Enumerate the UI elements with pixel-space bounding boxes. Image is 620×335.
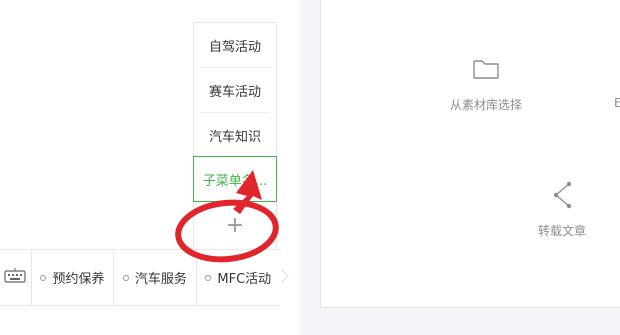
submenu-item-racing[interactable]: 赛车活动 bbox=[200, 68, 270, 113]
submenu-item-label: 自驾活动 bbox=[208, 39, 261, 55]
menu-tab-mfc-activity[interactable]: MFC活动 bbox=[197, 250, 280, 305]
dot-icon bbox=[122, 274, 129, 281]
menu-tab-label: MFC活动 bbox=[217, 272, 272, 287]
menu-tab-label: 预约保养 bbox=[52, 272, 105, 287]
submenu-item-self-driving[interactable]: 自驾活动 bbox=[200, 23, 270, 68]
reprint-article-label: 转载文章 bbox=[538, 224, 587, 238]
submenu-list: 自驾活动 赛车活动 汽车知识 子菜单名... + bbox=[193, 22, 277, 250]
content-panel bbox=[300, 0, 620, 335]
keyboard-toggle-button[interactable] bbox=[0, 250, 32, 305]
folder-icon bbox=[472, 52, 500, 86]
share-icon bbox=[549, 178, 575, 212]
menu-tab-maintenance[interactable]: 预约保养 bbox=[32, 250, 115, 305]
dot-icon bbox=[205, 274, 212, 281]
plus-icon: + bbox=[225, 212, 245, 238]
select-from-material-library[interactable]: 从素材库选择 bbox=[450, 52, 522, 113]
dot-icon bbox=[40, 274, 47, 281]
submenu-item-car-knowledge[interactable]: 汽车知识 bbox=[200, 113, 270, 158]
menu-bar: 预约保养 汽车服务 MFC活动 bbox=[0, 249, 280, 306]
menu-tab-label: 汽车服务 bbox=[134, 272, 187, 287]
material-library-label: 从素材库选择 bbox=[450, 98, 523, 112]
keyboard-icon bbox=[4, 267, 26, 288]
content-card bbox=[320, 0, 620, 308]
menu-pointer-arrow-fill bbox=[280, 269, 287, 283]
submenu-item-label: 赛车活动 bbox=[208, 84, 261, 100]
submenu-item-new[interactable]: 子菜单名... bbox=[193, 156, 277, 202]
cutoff-label: E bbox=[614, 96, 620, 110]
add-submenu-button[interactable]: + bbox=[200, 203, 270, 247]
menu-tab-car-service[interactable]: 汽车服务 bbox=[114, 250, 197, 305]
submenu-item-label: 汽车知识 bbox=[208, 129, 261, 145]
reprint-article[interactable]: 转载文章 bbox=[538, 178, 586, 239]
submenu-item-label: 子菜单名... bbox=[202, 173, 268, 189]
